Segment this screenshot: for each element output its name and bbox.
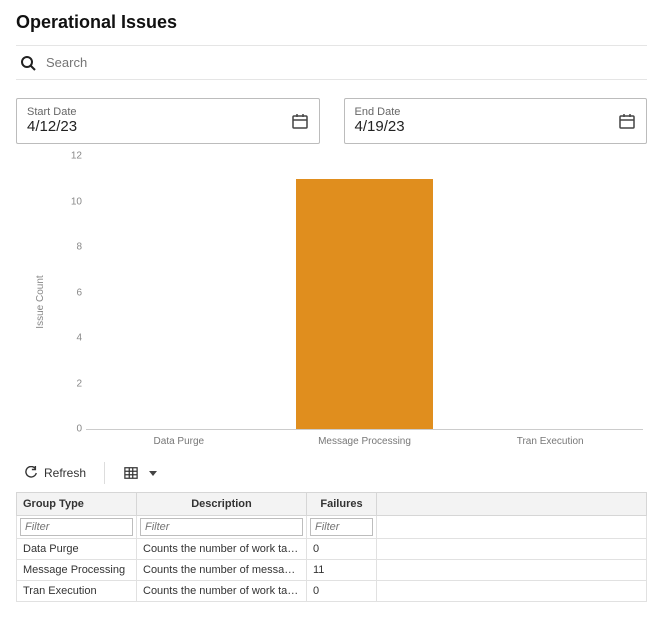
col-header-desc[interactable]: Description (137, 493, 307, 516)
search-bar[interactable] (16, 45, 647, 80)
filter-desc-input[interactable] (140, 518, 303, 536)
chart-x-label: Message Processing (272, 432, 458, 452)
search-input[interactable] (44, 54, 643, 71)
chart-y-tick: 10 (62, 196, 82, 207)
cell-failures: 11 (307, 560, 377, 581)
refresh-icon (24, 466, 38, 480)
col-header-empty (377, 493, 647, 516)
page-title: Operational Issues (16, 12, 647, 33)
chart-y-tick: 4 (62, 333, 82, 344)
table-row: Tran ExecutionCounts the number of work … (17, 581, 647, 602)
table-row: Data PurgeCounts the number of work task… (17, 539, 647, 560)
start-date-value: 4/12/23 (27, 118, 291, 136)
table-header-row: Group Type Description Failures (17, 493, 647, 516)
chart-x-label: Data Purge (86, 432, 272, 452)
filter-fail-input[interactable] (310, 518, 373, 536)
chart-y-tick: 12 (62, 151, 82, 162)
cell-empty (377, 560, 647, 581)
cell-failures: 0 (307, 539, 377, 560)
filter-group-input[interactable] (20, 518, 133, 536)
cell-empty (377, 539, 647, 560)
end-date-value: 4/19/23 (355, 118, 619, 136)
issues-bar-chart: Issue Count 0 2 4 6 8 10 12 Data PurgeMessage … (16, 152, 647, 452)
cell-description: Counts the number of work tasks that f… (137, 581, 307, 602)
chevron-down-icon (149, 471, 157, 476)
chart-y-tick: 0 (62, 424, 82, 435)
table-filter-row (17, 516, 647, 539)
cell-failures: 0 (307, 581, 377, 602)
calendar-icon[interactable] (618, 112, 636, 130)
chart-x-label: Tran Execution (457, 432, 643, 452)
table-view-dropdown[interactable] (115, 462, 165, 484)
end-date-label: End Date (355, 106, 619, 118)
chart-bar[interactable] (296, 179, 433, 429)
col-header-group[interactable]: Group Type (17, 493, 137, 516)
table-row: Message ProcessingCounts the number of m… (17, 560, 647, 581)
chart-y-tick: 2 (62, 378, 82, 389)
refresh-button[interactable]: Refresh (16, 462, 94, 484)
issues-table: Group Type Description Failures Data Pur… (16, 492, 647, 602)
cell-group-type[interactable]: Tran Execution (17, 581, 137, 602)
calendar-icon[interactable] (291, 112, 309, 130)
cell-description: Counts the number of work tasks that f… (137, 539, 307, 560)
chart-y-axis-label: Issue Count (35, 275, 46, 328)
chart-bar-slot (457, 156, 643, 429)
start-date-field[interactable]: Start Date 4/12/23 (16, 98, 320, 144)
chart-bar-slot (86, 156, 272, 429)
col-header-fail[interactable]: Failures (307, 493, 377, 516)
refresh-label: Refresh (44, 466, 86, 480)
end-date-field[interactable]: End Date 4/19/23 (344, 98, 648, 144)
cell-empty (377, 581, 647, 602)
table-icon (123, 466, 139, 480)
chart-y-tick: 6 (62, 287, 82, 298)
search-icon (20, 55, 36, 71)
cell-description: Counts the number of messages that fa… (137, 560, 307, 581)
cell-group-type[interactable]: Data Purge (17, 539, 137, 560)
cell-group-type[interactable]: Message Processing (17, 560, 137, 581)
chart-y-tick: 8 (62, 242, 82, 253)
toolbar-divider (104, 462, 105, 484)
start-date-label: Start Date (27, 106, 291, 118)
chart-bar-slot (272, 156, 458, 429)
